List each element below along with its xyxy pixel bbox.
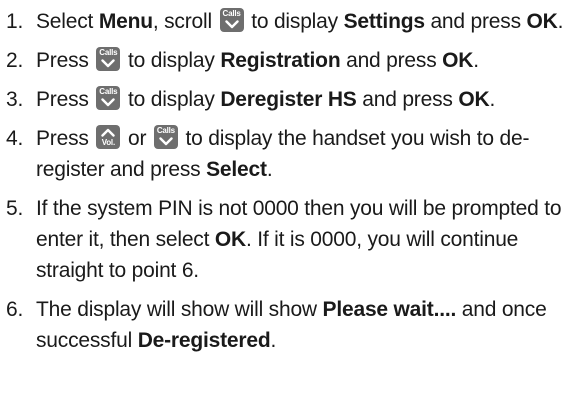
step-text: to display [245, 10, 344, 33]
vol-up-key-icon: Vol. [96, 125, 121, 149]
step-5: 5. If the system PIN is not 0000 then yo… [0, 193, 588, 286]
step-number: 3. [6, 88, 24, 111]
step-3: 3. Press Calls to display Deregister HS … [0, 84, 588, 115]
steps-list: 1. Select Menu, scroll Calls to display … [0, 6, 588, 356]
instructions-document: 1. Select Menu, scroll Calls to display … [0, 0, 588, 393]
step-text: . [473, 49, 479, 72]
step-text: and press [424, 10, 527, 33]
step-6: 6. The display will show will show Pleas… [0, 294, 588, 356]
step-text: Press [36, 127, 95, 150]
step-text: . [557, 10, 564, 33]
step-text: Press [36, 88, 95, 111]
settings-term: Settings [343, 10, 425, 33]
menu-term: Menu [98, 10, 153, 33]
step-1: 1. Select Menu, scroll Calls to display … [0, 6, 588, 37]
ok-term: OK [214, 228, 246, 251]
step-text: . [489, 88, 496, 111]
step-text: The display will show will show [36, 298, 323, 321]
step-2: 2. Press Calls to display Registration a… [0, 45, 588, 76]
step-text: Select [36, 10, 99, 33]
registration-term: Registration [220, 49, 341, 72]
deregister-hs-term: Deregister HS [220, 88, 357, 111]
de-registered-term: De-registered [137, 329, 271, 352]
ok-term: OK [526, 10, 558, 33]
calls-down-key-icon: Calls [96, 47, 121, 71]
step-number: 1. [6, 10, 24, 33]
step-text: . [270, 329, 277, 352]
select-term: Select [206, 158, 267, 181]
step-text: . [266, 158, 273, 181]
step-text: and press [356, 88, 459, 111]
step-number: 4. [6, 127, 24, 150]
step-number: 2. [6, 49, 24, 72]
ok-term: OK [442, 49, 474, 72]
step-text: , scroll [152, 10, 218, 33]
step-text: and press [340, 49, 443, 72]
step-text: to display [122, 49, 221, 72]
calls-down-key-icon: Calls [153, 125, 178, 149]
step-text: to display [122, 88, 221, 111]
step-text: or [122, 127, 152, 150]
step-number: 5. [6, 197, 24, 220]
ok-term: OK [458, 88, 490, 111]
step-number: 6. [6, 298, 24, 321]
step-text: Press [36, 49, 95, 72]
calls-down-key-icon: Calls [219, 8, 244, 32]
please-wait-term: Please wait.... [322, 298, 457, 321]
calls-down-key-icon: Calls [96, 86, 121, 110]
step-4: 4. Press Vol. or Calls to display the ha… [0, 123, 588, 185]
